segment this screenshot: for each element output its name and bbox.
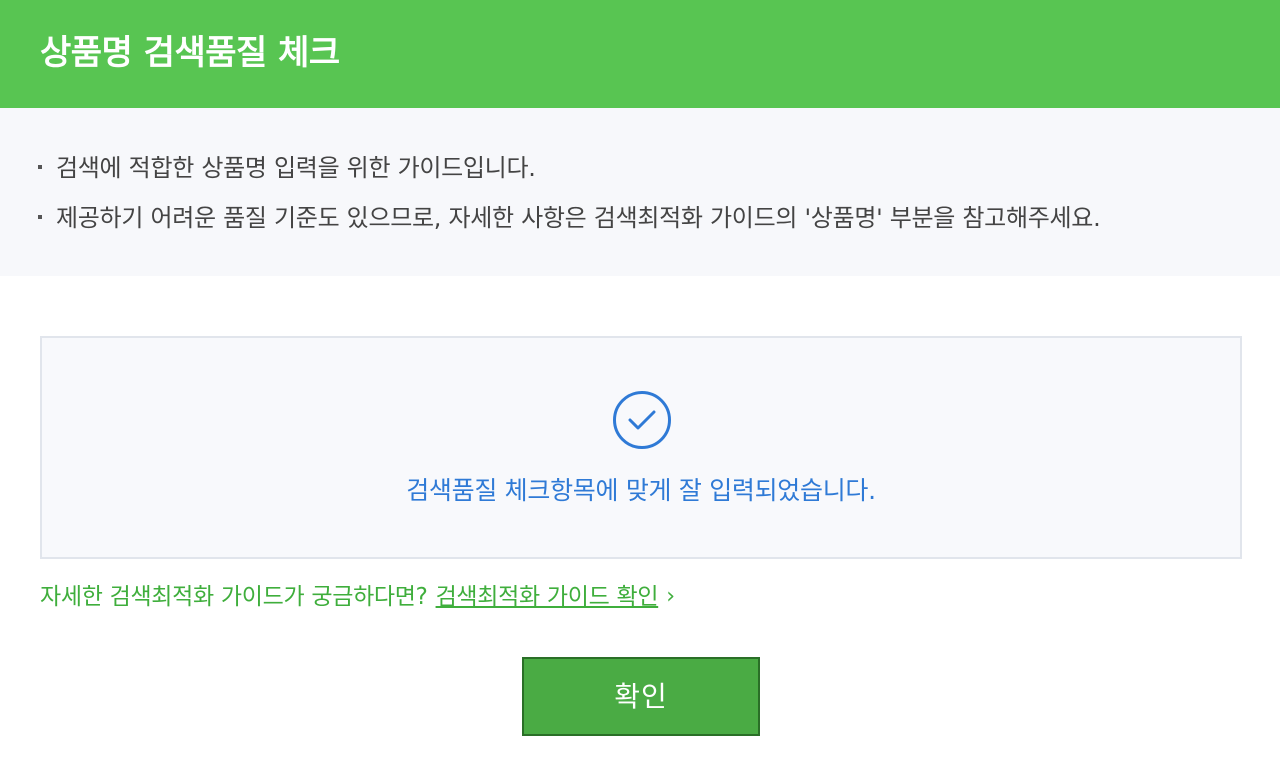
check-circle-icon [613,391,671,449]
notice-item: 제공하기 어려운 품질 기준도 있으므로, 자세한 사항은 검색최적화 가이드의… [38,202,1101,234]
bullet-icon [38,215,42,219]
bullet-icon [38,165,42,169]
notice-item: 검색에 적합한 상품명 입력을 위한 가이드입니다. [38,152,536,184]
notice-text: 제공하기 어려운 품질 기준도 있으므로, 자세한 사항은 검색최적화 가이드의… [56,204,1101,232]
result-box: 검색품질 체크항목에 맞게 잘 입력되었습니다. [40,336,1242,559]
confirm-button[interactable]: 확인 [522,657,760,736]
guide-prompt: 자세한 검색최적화 가이드가 궁금하다면? [40,584,428,610]
guide-line: 자세한 검색최적화 가이드가 궁금하다면? 검색최적화 가이드 확인 › [40,580,675,614]
chevron-right-icon[interactable]: › [666,580,675,614]
result-message: 검색품질 체크항목에 맞게 잘 입력되었습니다. [406,476,876,505]
notice-text: 검색에 적합한 상품명 입력을 위한 가이드입니다. [56,154,536,182]
header-bar: 상품명 검색품질 체크 [0,0,1280,108]
page-title: 상품명 검색품질 체크 [40,33,340,73]
guide-link[interactable]: 검색최적화 가이드 확인 [436,580,659,614]
notice-panel: 검색에 적합한 상품명 입력을 위한 가이드입니다. 제공하기 어려운 품질 기… [0,108,1280,276]
